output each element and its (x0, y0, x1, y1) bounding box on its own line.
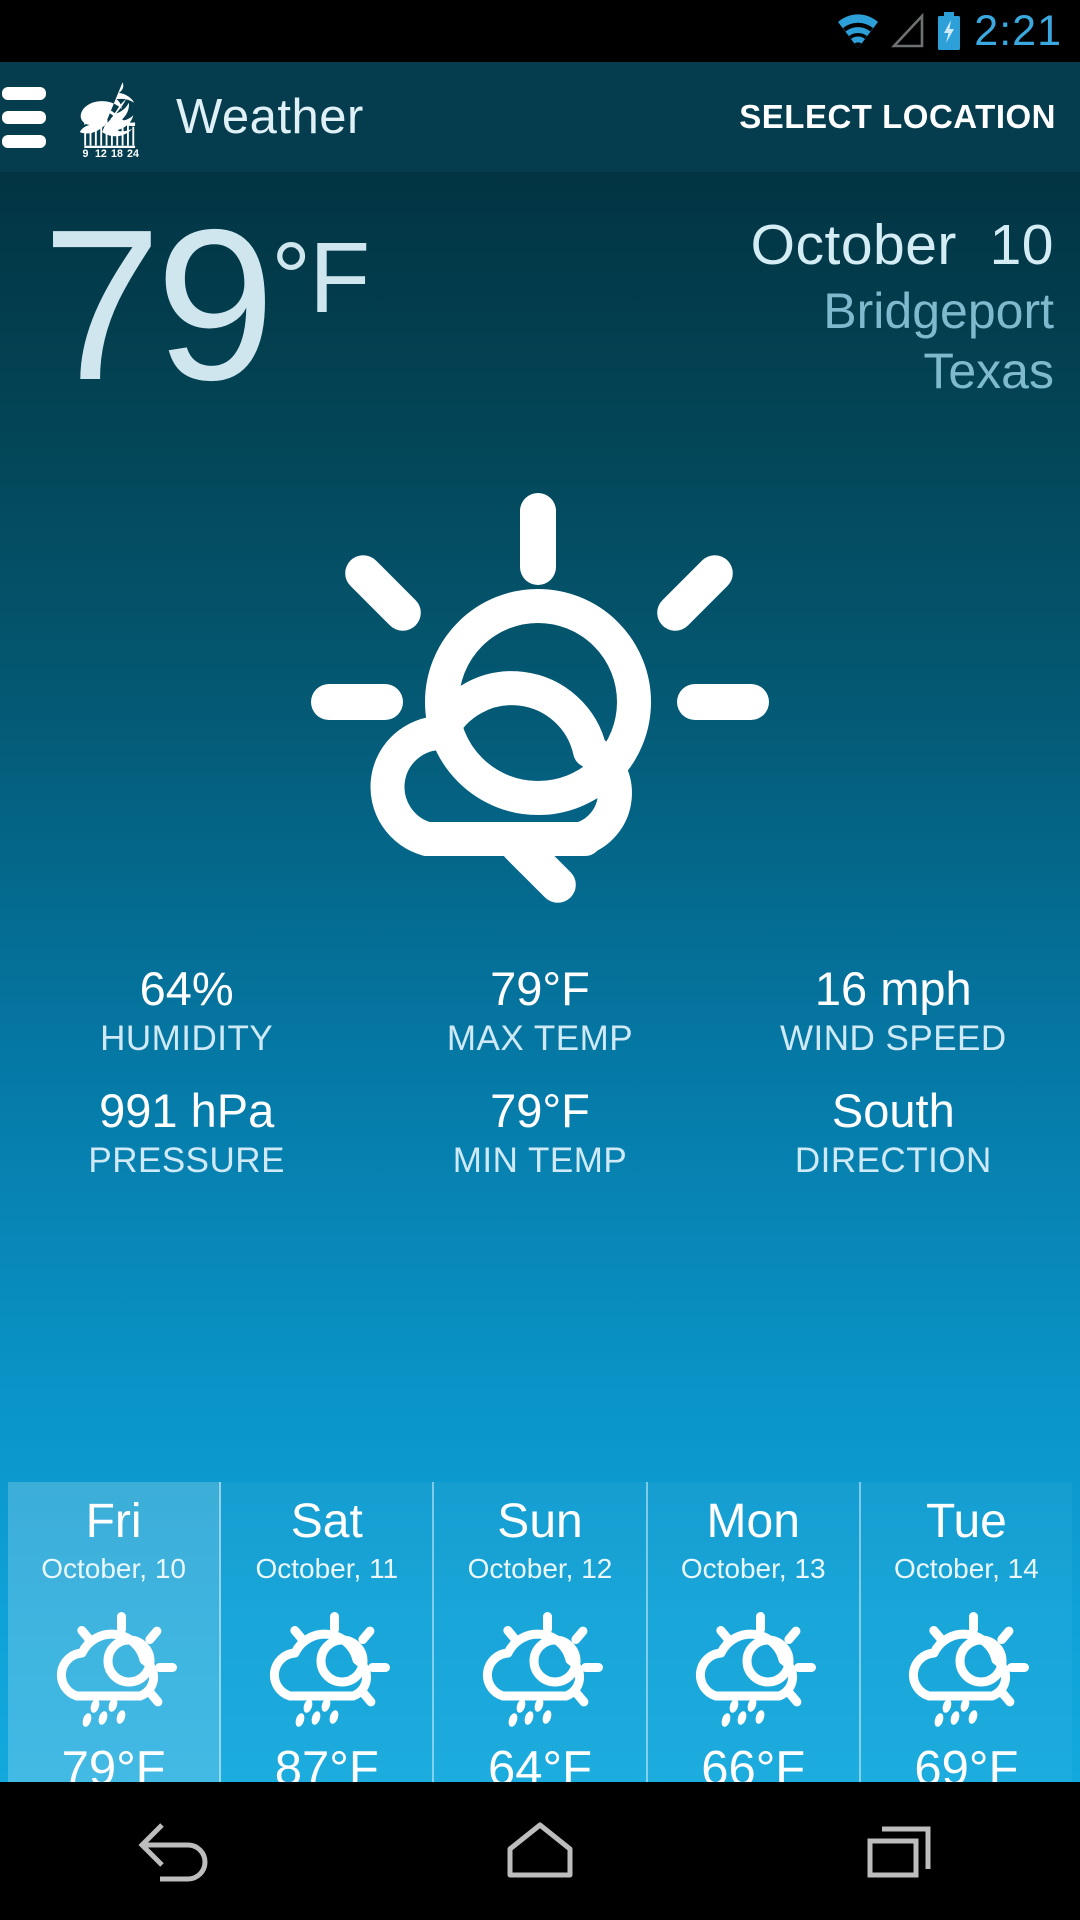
stat-value: 991 hPa (99, 1083, 275, 1137)
status-bar: 2:21 (0, 0, 1080, 62)
stat-label: DIRECTION (794, 1140, 992, 1180)
hamburger-menu-icon[interactable] (2, 86, 58, 148)
select-location-button[interactable]: SELECT LOCATION (739, 98, 1056, 136)
android-navigation-bar (0, 1782, 1080, 1920)
status-bar-icons (836, 11, 962, 51)
forecast-strip: Fri October, 10 79°F Sat October, 11 87°… (8, 1482, 1073, 1796)
battery-charging-icon (938, 12, 961, 50)
cellular-signal-icon (891, 12, 924, 48)
forecast-date: October, 14 (894, 1553, 1039, 1585)
stat-min-temp: 79°F MIN TEMP (363, 1084, 716, 1184)
weather-stats-grid: 64% HUMIDITY 79°F MAX TEMP 16 mph WIND S… (0, 962, 1080, 1183)
sun-behind-cloud-icon (311, 493, 769, 903)
forecast-card-tue[interactable]: Tue October, 14 69°F (860, 1482, 1073, 1796)
svg-text:18: 18 (111, 148, 123, 158)
wifi-icon (838, 14, 879, 48)
stat-value: South (831, 1083, 955, 1137)
current-temperature-value: 79 (42, 184, 275, 425)
stat-humidity: 64% HUMIDITY (10, 962, 363, 1062)
svg-text:24: 24 (127, 148, 139, 158)
forecast-day: Sat (290, 1495, 363, 1548)
stat-max-temp: 79°F MAX TEMP (363, 962, 716, 1062)
stat-value: 64% (139, 962, 234, 1015)
recents-icon (867, 1826, 931, 1878)
stats-row-primary: 64% HUMIDITY 79°F MAX TEMP 16 mph WIND S… (10, 962, 1070, 1062)
current-condition-icon-area (0, 442, 1080, 962)
date-location-block: October 10 Bridgeport Texas (751, 212, 1054, 400)
forecast-card-mon[interactable]: Mon October, 13 66°F (647, 1482, 861, 1796)
current-temperature: 79 °F (42, 184, 370, 425)
action-bar: 9 12 18 24 Weather SELECT LOCATION (0, 62, 1080, 172)
sun-cloud-rain-icon (51, 1608, 177, 1735)
current-weather-hero: 79 °F October 10 Bridgeport Texas (0, 172, 1080, 442)
forecast-date: October, 13 (680, 1553, 826, 1585)
current-city: Bridgeport (823, 283, 1054, 339)
sun-cloud-rain-icon (690, 1608, 817, 1735)
app-title: Weather (176, 90, 364, 144)
forecast-date: October, 11 (255, 1553, 399, 1585)
stat-label: PRESSURE (88, 1140, 285, 1180)
stat-label: MAX TEMP (446, 1019, 634, 1059)
stat-value: 79°F (490, 1083, 590, 1137)
sun-cloud-rain-icon (477, 1608, 603, 1735)
stat-value: 79°F (490, 962, 590, 1015)
weather-content: 79 °F October 10 Bridgeport Texas 64% HU… (0, 172, 1080, 1796)
stats-row-secondary: 991 hPa PRESSURE 79°F MIN TEMP South DIR… (10, 1084, 1070, 1184)
forecast-day: Mon (706, 1495, 800, 1548)
sun-cloud-rain-icon (264, 1608, 390, 1735)
status-bar-clock: 2:21 (974, 6, 1062, 55)
sun-cloud-rain-icon (903, 1608, 1030, 1735)
stat-label: MIN TEMP (452, 1140, 628, 1180)
stat-label: HUMIDITY (100, 1019, 274, 1059)
svg-text:9: 9 (82, 148, 88, 158)
forecast-date: October, 12 (467, 1553, 613, 1585)
forecast-date: October, 10 (41, 1553, 186, 1585)
forecast-day: Tue (925, 1495, 1007, 1548)
nav-recents-button[interactable] (800, 1782, 1000, 1920)
current-date: October 10 (750, 213, 1054, 277)
nav-home-button[interactable] (440, 1782, 640, 1920)
forecast-card-fri[interactable]: Fri October, 10 79°F (8, 1482, 222, 1796)
nav-back-button[interactable] (80, 1782, 280, 1920)
back-icon (138, 1823, 208, 1882)
forecast-card-sun[interactable]: Sun October, 12 64°F (434, 1482, 648, 1796)
forecast-day: Fri (85, 1495, 142, 1548)
phone-screen: 2:21 9 12 18 24 Weather SELECT LOCATION … (0, 0, 1080, 1920)
current-temperature-unit: °F (271, 222, 370, 334)
stat-pressure: 991 hPa PRESSURE (10, 1084, 363, 1184)
stat-wind-speed: 16 mph WIND SPEED (717, 962, 1070, 1062)
current-state: Texas (923, 343, 1054, 399)
fish-chart-logo-icon: 9 12 18 24 (79, 82, 139, 158)
stat-direction: South DIRECTION (717, 1084, 1070, 1184)
forecast-card-sat[interactable]: Sat October, 11 87°F (221, 1482, 435, 1796)
stat-value: 16 mph (814, 962, 972, 1015)
stat-label: WIND SPEED (779, 1019, 1007, 1059)
home-icon (507, 1822, 573, 1878)
svg-text:12: 12 (95, 148, 107, 158)
forecast-day: Sun (497, 1495, 583, 1548)
